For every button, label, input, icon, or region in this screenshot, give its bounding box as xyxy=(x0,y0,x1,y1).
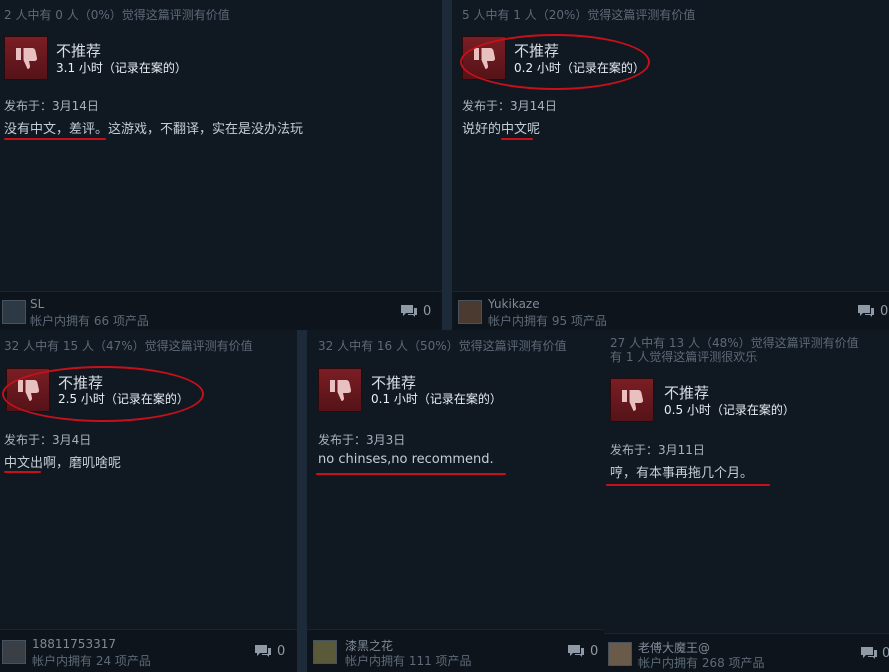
hours-played: 3.1 小时（记录在案的） xyxy=(56,61,187,75)
review-text[interactable]: 说好的中文呢 xyxy=(462,118,540,137)
products-owned: 帐户内拥有 268 项产品 xyxy=(638,656,765,670)
review-footer: 18811753317 帐户内拥有 24 项产品 0 xyxy=(0,629,297,672)
username[interactable]: Yukikaze xyxy=(488,297,540,311)
comment-icon[interactable] xyxy=(567,644,585,658)
products-owned: 帐户内拥有 24 项产品 xyxy=(32,654,151,668)
funny-count: 有 1 人觉得这篇评测很欢乐 xyxy=(610,350,758,364)
review-text[interactable]: 没有中文，差评。这游戏，不翻译，实在是没办法玩 xyxy=(4,118,303,137)
review-footer: 漆黑之花 帐户内拥有 111 项产品 0 xyxy=(307,629,604,672)
avatar[interactable] xyxy=(608,642,632,666)
posted-date: 发布于：3月14日 xyxy=(462,99,557,113)
username[interactable]: 18811753317 xyxy=(32,637,116,651)
comment-icon[interactable] xyxy=(860,646,878,660)
helpful-count: 32 人中有 15 人（47%）觉得这篇评测有价值 xyxy=(4,339,253,353)
red-underline xyxy=(606,484,770,486)
review-footer: Yukikaze 帐户内拥有 95 项产品 0 xyxy=(452,291,889,330)
thumbs-down-icon xyxy=(4,36,48,80)
review-card: 32 人中有 15 人（47%）觉得这篇评测有价值 不推荐 2.5 小时（记录在… xyxy=(0,330,297,672)
verdict-label: 不推荐 xyxy=(56,42,102,60)
comment-icon[interactable] xyxy=(400,304,418,318)
products-owned: 帐户内拥有 95 项产品 xyxy=(488,314,607,328)
comment-icon[interactable] xyxy=(254,644,272,658)
helpful-count: 27 人中有 13 人（48%）觉得这篇评测有价值 xyxy=(610,336,859,350)
avatar[interactable] xyxy=(458,300,482,324)
posted-date: 发布于：3月11日 xyxy=(610,443,705,457)
red-underline xyxy=(501,138,533,140)
red-underline xyxy=(4,138,106,140)
helpful-count: 32 人中有 16 人（50%）觉得这篇评测有价值 xyxy=(318,339,567,353)
review-footer: SL 帐户内拥有 66 项产品 0 xyxy=(0,291,442,330)
username[interactable]: SL xyxy=(30,297,44,311)
column-divider xyxy=(297,330,307,672)
comment-icon[interactable] xyxy=(857,304,875,318)
review-card: 5 人中有 1 人（20%）觉得这篇评测有价值 不推荐 0.2 小时（记录在案的… xyxy=(452,0,889,330)
helpful-count: 5 人中有 1 人（20%）觉得这篇评测有价值 xyxy=(462,8,696,22)
red-underline xyxy=(4,471,41,473)
products-owned: 帐户内拥有 111 项产品 xyxy=(345,654,472,668)
red-circle-highlight xyxy=(2,366,204,422)
hours-played: 0.5 小时（记录在案的） xyxy=(664,403,795,417)
review-card: 2 人中有 0 人（0%）觉得这篇评测有价值 不推荐 3.1 小时（记录在案的）… xyxy=(0,0,442,330)
column-divider xyxy=(442,0,452,330)
review-text[interactable]: 中文出啊，磨叽啥呢 xyxy=(4,452,121,471)
posted-date: 发布于：3月14日 xyxy=(4,99,99,113)
avatar[interactable] xyxy=(313,640,337,664)
avatar[interactable] xyxy=(2,300,26,324)
posted-date: 发布于：3月4日 xyxy=(4,433,92,447)
thumbs-down-icon xyxy=(318,368,362,412)
comment-count: 0 xyxy=(590,644,599,659)
comment-count: 0 xyxy=(882,646,889,661)
comment-count: 0 xyxy=(277,644,286,659)
red-circle-highlight xyxy=(460,34,650,90)
review-text[interactable]: 哼，有本事再拖几个月。 xyxy=(610,462,753,481)
thumbs-down-icon xyxy=(610,378,654,422)
review-card: 27 人中有 13 人（48%）觉得这篇评测有价值 有 1 人觉得这篇评测很欢乐… xyxy=(604,330,889,672)
posted-date: 发布于：3月3日 xyxy=(318,433,406,447)
helpful-count: 2 人中有 0 人（0%）觉得这篇评测有价值 xyxy=(4,8,230,22)
red-underline xyxy=(316,473,506,475)
comment-count: 0 xyxy=(423,304,432,319)
comment-count: 0 xyxy=(880,304,889,319)
products-owned: 帐户内拥有 66 项产品 xyxy=(30,314,149,328)
review-footer: 老傅大魔王@ 帐户内拥有 268 项产品 0 xyxy=(604,633,889,672)
avatar[interactable] xyxy=(2,640,26,664)
verdict-label: 不推荐 xyxy=(664,384,710,402)
hours-played: 0.1 小时（记录在案的） xyxy=(371,392,502,406)
review-text[interactable]: no chinses,no recommend. xyxy=(318,452,494,467)
review-card: 32 人中有 16 人（50%）觉得这篇评测有价值 不推荐 0.1 小时（记录在… xyxy=(307,330,604,672)
